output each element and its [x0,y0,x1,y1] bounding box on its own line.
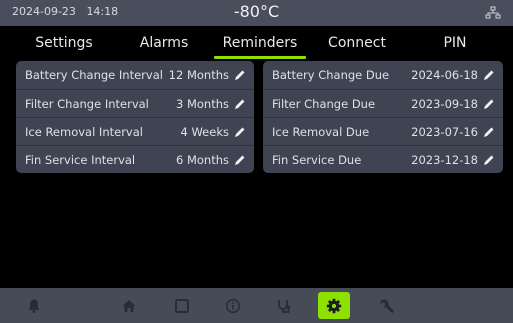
temperature-readout: -80°C [233,2,280,21]
pencil-icon[interactable] [483,154,495,166]
filter-change-due-row[interactable]: Filter Change Due 2023-09-18 [263,89,503,117]
pencil-icon[interactable] [234,126,246,138]
row-value: 2024-06-18 [411,68,478,82]
nav-info-button[interactable] [217,292,249,319]
intervals-panel: Battery Change Interval 12 Months Filter… [16,61,254,173]
pencil-icon[interactable] [234,98,246,110]
pencil-icon[interactable] [234,154,246,166]
tab-settings[interactable]: Settings [14,35,114,51]
tab-bar: Settings Alarms Reminders Connect PIN [0,26,513,60]
nav-service-button[interactable] [268,292,300,319]
info-icon [225,298,241,314]
nav-home-button[interactable] [113,292,145,319]
row-value: 3 Months [175,97,229,111]
nav-square-button[interactable] [166,292,198,319]
pencil-icon[interactable] [234,69,246,81]
due-dates-panel: Battery Change Due 2024-06-18 Filter Cha… [263,61,503,173]
row-label: Filter Change Due [272,97,376,111]
row-value: 2023-12-18 [411,153,478,167]
pencil-icon[interactable] [483,69,495,81]
nav-tools-button[interactable] [371,292,403,319]
nav-settings-button[interactable] [318,292,350,319]
row-label: Battery Change Interval [25,68,163,82]
ice-removal-interval-row[interactable]: Ice Removal Interval 4 Weeks [16,117,254,145]
status-bar: 2024-09-23 14:18 -80°C [0,0,513,26]
nav-alarm-button[interactable] [18,292,50,319]
row-value: 2023-07-16 [411,125,478,139]
pencil-icon[interactable] [483,126,495,138]
wrench-icon [380,299,394,313]
row-value: 4 Weeks [180,125,229,139]
tab-pin[interactable]: PIN [405,35,505,51]
alarm-bell-icon [28,299,40,314]
pencil-icon[interactable] [483,98,495,110]
settings-gear-icon [326,298,342,314]
battery-change-due-row[interactable]: Battery Change Due 2024-06-18 [263,61,503,89]
service-icon [278,300,291,313]
filter-change-interval-row[interactable]: Filter Change Interval 3 Months [16,89,254,117]
row-value: 12 Months [168,68,229,82]
row-value: 2023-09-18 [411,97,478,111]
row-label: Ice Removal Interval [25,125,143,139]
bottom-nav [0,288,513,323]
tab-reminders[interactable]: Reminders [210,35,310,59]
square-icon [175,299,189,313]
tab-connect[interactable]: Connect [307,35,407,51]
row-label: Ice Removal Due [272,125,370,139]
row-label: Battery Change Due [272,68,390,82]
battery-change-interval-row[interactable]: Battery Change Interval 12 Months [16,61,254,89]
tab-alarms[interactable]: Alarms [114,35,214,51]
row-label: Filter Change Interval [25,97,149,111]
home-icon [122,300,136,312]
ice-removal-due-row[interactable]: Ice Removal Due 2023-07-16 [263,117,503,145]
fin-service-due-row[interactable]: Fin Service Due 2023-12-18 [263,145,503,173]
row-label: Fin Service Interval [25,153,136,167]
fin-service-interval-row[interactable]: Fin Service Interval 6 Months [16,145,254,173]
row-value: 6 Months [175,153,229,167]
network-icon [485,6,501,19]
row-label: Fin Service Due [272,153,362,167]
